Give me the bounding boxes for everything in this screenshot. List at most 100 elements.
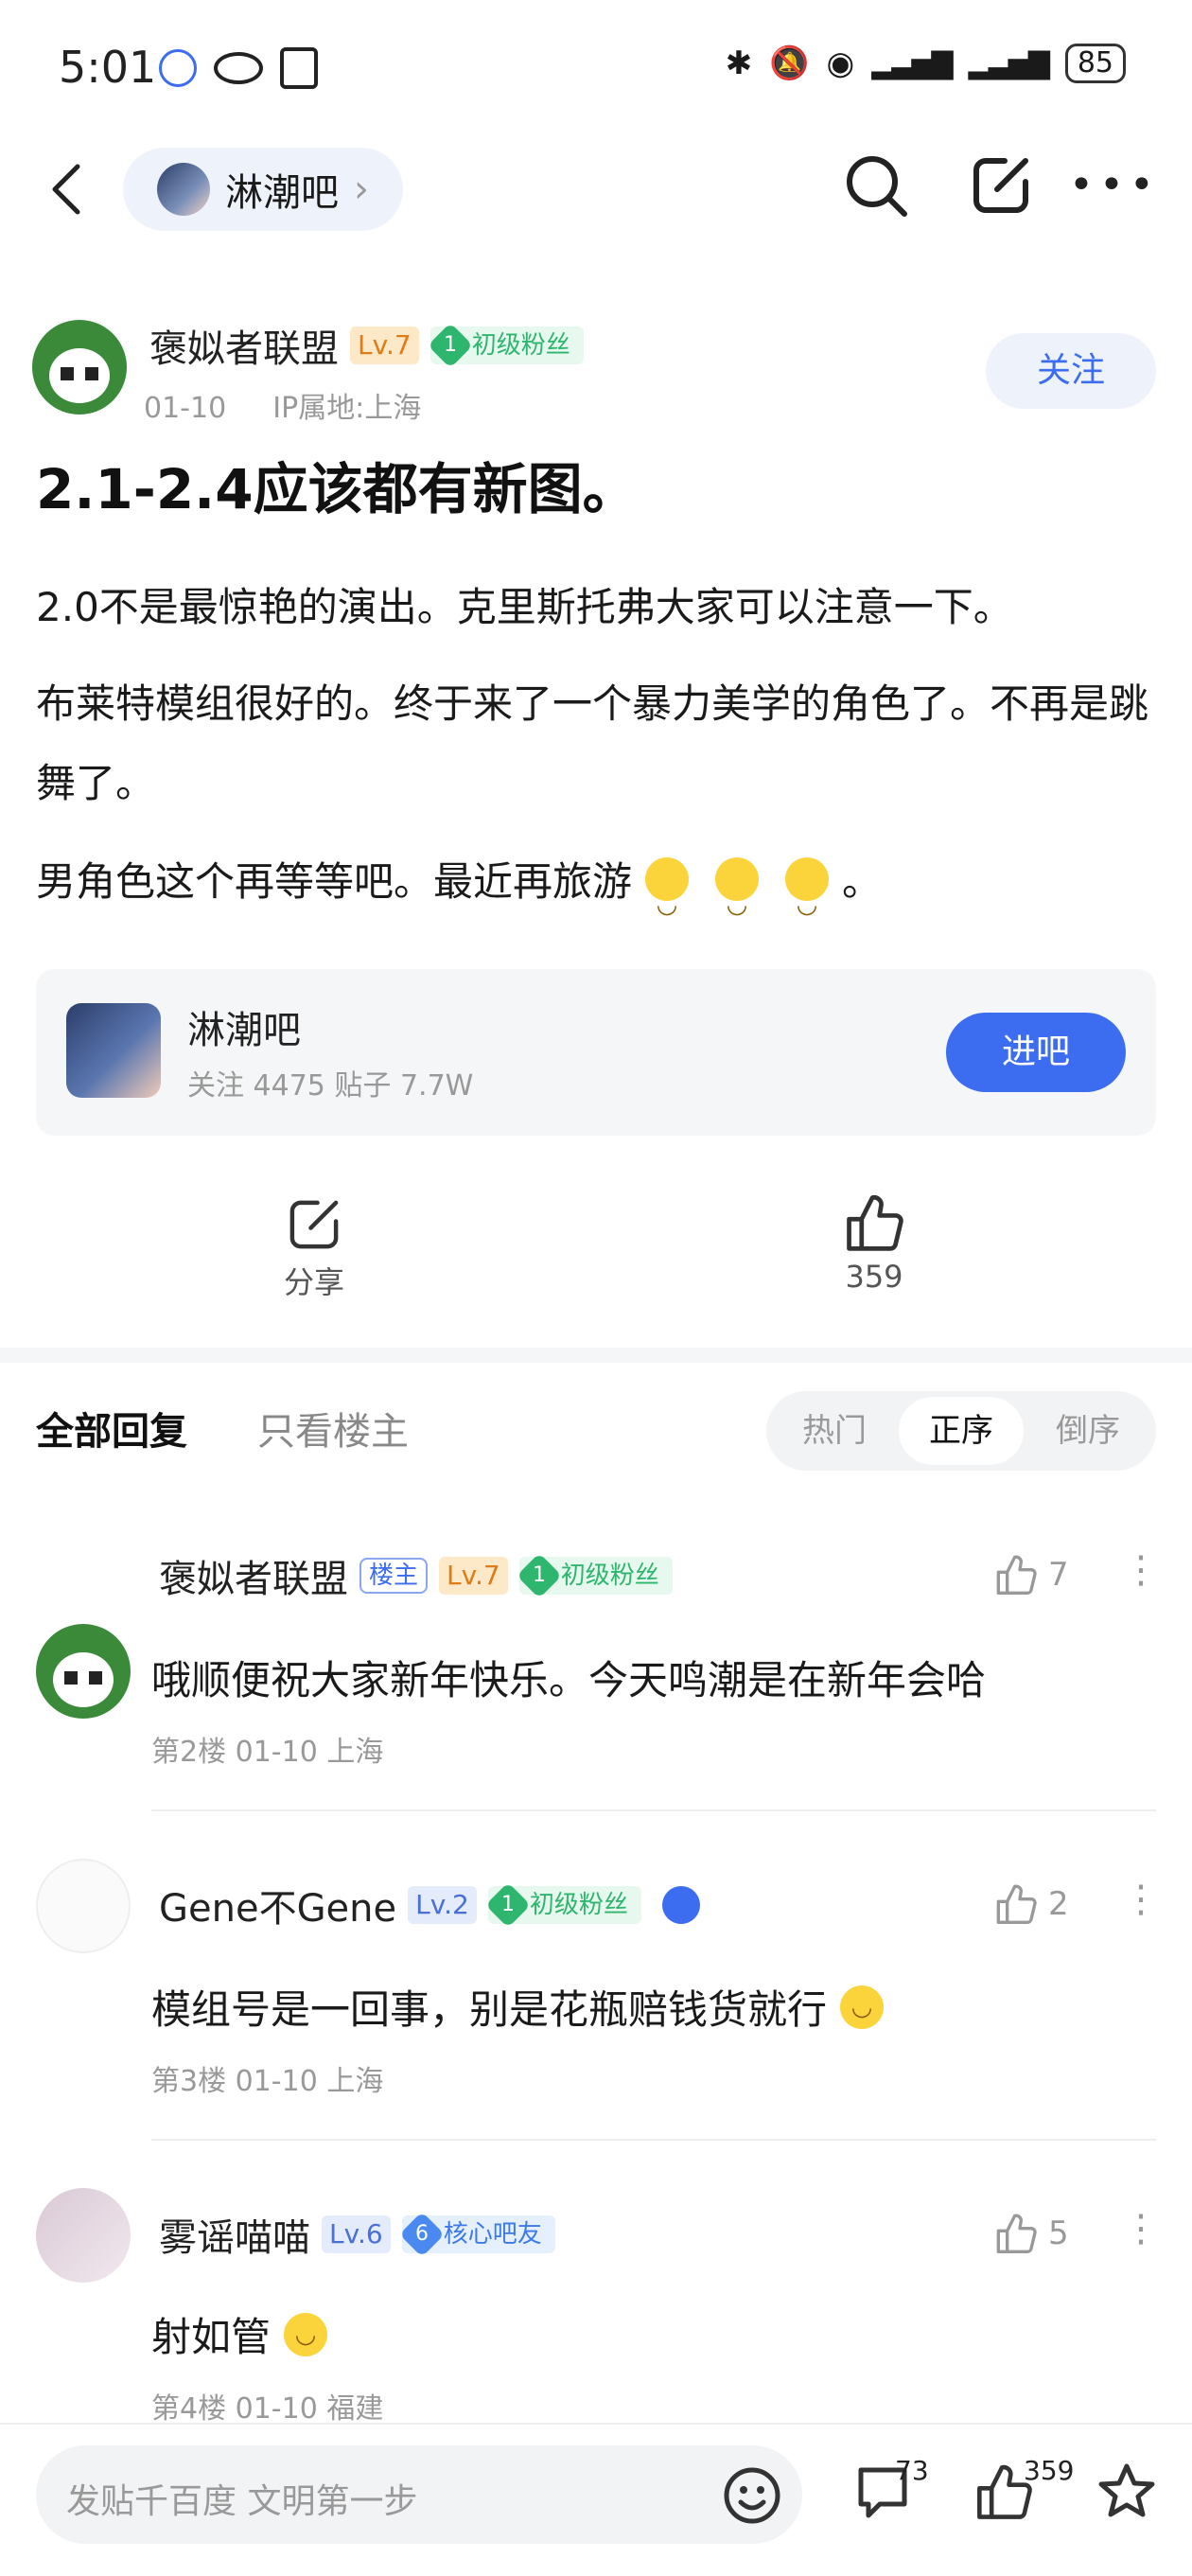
comment-text-body: 模组号是一回事，别是花瓶赔钱货就行 (151, 1986, 828, 2033)
forum-card[interactable]: 淋潮吧 关注 4475 贴子 7.7W 进吧 (36, 969, 1156, 1136)
emoji-icon[interactable] (723, 2466, 781, 2525)
post-paragraph-1: 2.0不是最惊艳的演出。克里斯托弗大家可以注意一下。 (36, 584, 1013, 630)
comment-author[interactable]: 雾谣喵喵 (159, 2207, 310, 2262)
comment-text-body: 射如管 (151, 2314, 272, 2360)
fan-badge: 1 初级粉丝 (484, 1881, 641, 1929)
comment-divider (151, 2139, 1156, 2141)
forum-card-name: 淋潮吧 (187, 1009, 301, 1052)
comment-author[interactable]: 褒姒者联盟 (159, 1548, 348, 1603)
comment-avatar[interactable] (36, 2188, 131, 2283)
post-meta: 01-10 IP属地:上海 (144, 384, 421, 426)
fan-level: 1 (500, 1893, 515, 1916)
thumbs-up-icon (996, 2214, 1037, 2253)
follow-button[interactable]: 关注 (986, 333, 1156, 409)
comment-author-line: 褒姒者联盟 楼主 Lv.7 1 初级粉丝 (159, 1548, 673, 1603)
comment-text: 模组号是一回事，别是花瓶赔钱货就行 (151, 1978, 897, 2036)
smile-emoji-icon (785, 857, 830, 944)
thumbs-up-icon (996, 1884, 1037, 1924)
comment-author[interactable]: Gene不Gene (159, 1878, 396, 1932)
comment-avatar[interactable] (36, 1624, 131, 1719)
comment-text: 哦顺便祝大家新年快乐。今天鸣潮是在新年会哈 (151, 1657, 987, 1703)
author-name[interactable]: 褒姒者联盟 (149, 318, 339, 373)
forum-card-stats: 关注 4475 贴子 7.7W (187, 1069, 474, 1103)
star-icon (1098, 2463, 1155, 2517)
author-line: 褒姒者联盟 Lv.7 1 初级粉丝 (149, 318, 584, 373)
sort-asc[interactable]: 正序 (899, 1397, 1024, 1465)
search-icon[interactable] (842, 151, 910, 220)
level-badge: Lv.2 (408, 1886, 477, 1924)
nfc-icon (280, 47, 318, 89)
post-ip: IP属地:上海 (272, 392, 422, 425)
forum-card-avatar (66, 1003, 161, 1098)
back-icon[interactable] (47, 161, 85, 218)
comment-like-button[interactable]: 7 (993, 1552, 1069, 1597)
sort-segment: 热门 正序 倒序 (766, 1391, 1156, 1471)
share-label: 分享 (283, 1264, 344, 1300)
comment-author-line: Gene不Gene Lv.2 1 初级粉丝 (159, 1878, 700, 1932)
status-time: 5:01 (59, 42, 157, 93)
signal-2-icon: ▂▃▅▇ (968, 46, 1050, 80)
post-paragraph-2: 布莱特模组很好的。终于来了一个暴力美学的角色了。不再是跳舞了。 (36, 680, 1149, 806)
comment-like-button[interactable]: 5 (993, 2211, 1069, 2256)
post-paragraph-3: 男角色这个再等等吧。最近再旅游 。 (36, 842, 1152, 944)
favorite-button[interactable] (1096, 2461, 1158, 2527)
comment-author-line: 雾谣喵喵 Lv.6 6 核心吧友 (159, 2207, 555, 2262)
sort-desc[interactable]: 倒序 (1025, 1397, 1150, 1465)
post-paragraph-3-text: 男角色这个再等等吧。最近再旅游 (36, 858, 633, 905)
more-vertical-icon[interactable]: ⋮ (1122, 1548, 1160, 1592)
signal-icon: ▂▃▅▇ (871, 46, 953, 80)
notification-icon (159, 49, 197, 87)
smile-emoji-icon (715, 857, 760, 944)
fan-title: 核心吧友 (443, 2220, 542, 2249)
share-button[interactable]: 分享 (257, 1194, 371, 1302)
hotspot-icon: ◉ (826, 44, 855, 82)
tab-all-replies[interactable]: 全部回复 (36, 1401, 187, 1456)
bottom-like-count: 359 (1024, 2455, 1075, 2486)
reply-input[interactable]: 发贴千百度 文明第一步 (36, 2445, 802, 2544)
comment-like-count: 5 (1048, 2214, 1069, 2252)
more-vertical-icon[interactable]: ⋮ (1122, 2207, 1160, 2250)
fan-title: 初级粉丝 (560, 1561, 659, 1590)
enter-forum-button[interactable]: 进吧 (946, 1013, 1126, 1092)
post-title: 2.1-2.4应该都有新图。 (36, 457, 638, 521)
post-date: 01-10 (144, 392, 227, 425)
level-badge: Lv.7 (350, 326, 419, 364)
sort-hot[interactable]: 热门 (772, 1397, 897, 1465)
status-left-icons (159, 47, 318, 89)
author-avatar[interactable] (32, 320, 127, 415)
status-right-icons: ✱ 🔕 ◉ ▂▃▅▇ ▂▃▅▇ 85 (726, 44, 1126, 83)
forum-avatar (157, 163, 210, 216)
tab-owner-only[interactable]: 只看楼主 (257, 1401, 409, 1456)
fan-badge: 6 核心吧友 (398, 2211, 555, 2258)
comment-meta: 第4楼 01-10 福建 (151, 2392, 384, 2426)
comment-text: 射如管 (151, 2305, 341, 2363)
comment-divider (151, 1809, 1156, 1811)
comment-meta: 第2楼 01-10 上海 (151, 1736, 384, 1769)
comment-count: 73 (895, 2455, 929, 2486)
forum-chip[interactable]: 淋潮吧 › (123, 148, 403, 231)
more-vertical-icon[interactable]: ⋮ (1122, 1878, 1160, 1921)
share-icon (289, 1200, 339, 1249)
reply-input-placeholder: 发贴千百度 文明第一步 (66, 2482, 418, 2521)
medal-icon (661, 1886, 700, 1924)
like-button[interactable]: 359 (817, 1191, 931, 1295)
mute-icon: 🔕 (769, 44, 810, 82)
comment-like-button[interactable]: 2 (993, 1881, 1069, 1927)
more-icon[interactable]: ••• (1069, 161, 1160, 209)
level-badge: Lv.6 (322, 2215, 391, 2253)
bluetooth-icon: ✱ (725, 44, 753, 82)
chevron-right-icon: › (354, 168, 369, 211)
fan-level: 1 (443, 333, 457, 357)
sweat-emoji-icon (840, 1985, 885, 2029)
smile-emoji-icon (645, 857, 690, 944)
fan-level: 1 (532, 1563, 546, 1587)
comment-avatar[interactable] (36, 1859, 131, 1953)
like-count: 359 (845, 1259, 903, 1295)
eye-icon (214, 52, 263, 84)
edit-icon[interactable] (967, 151, 1035, 220)
smile-emoji-icon (284, 2313, 328, 2356)
comment-like-count: 7 (1048, 1556, 1069, 1594)
thumbs-up-icon (996, 1555, 1037, 1595)
fan-badge: 1 初级粉丝 (516, 1552, 673, 1599)
level-badge: Lv.7 (439, 1557, 508, 1595)
